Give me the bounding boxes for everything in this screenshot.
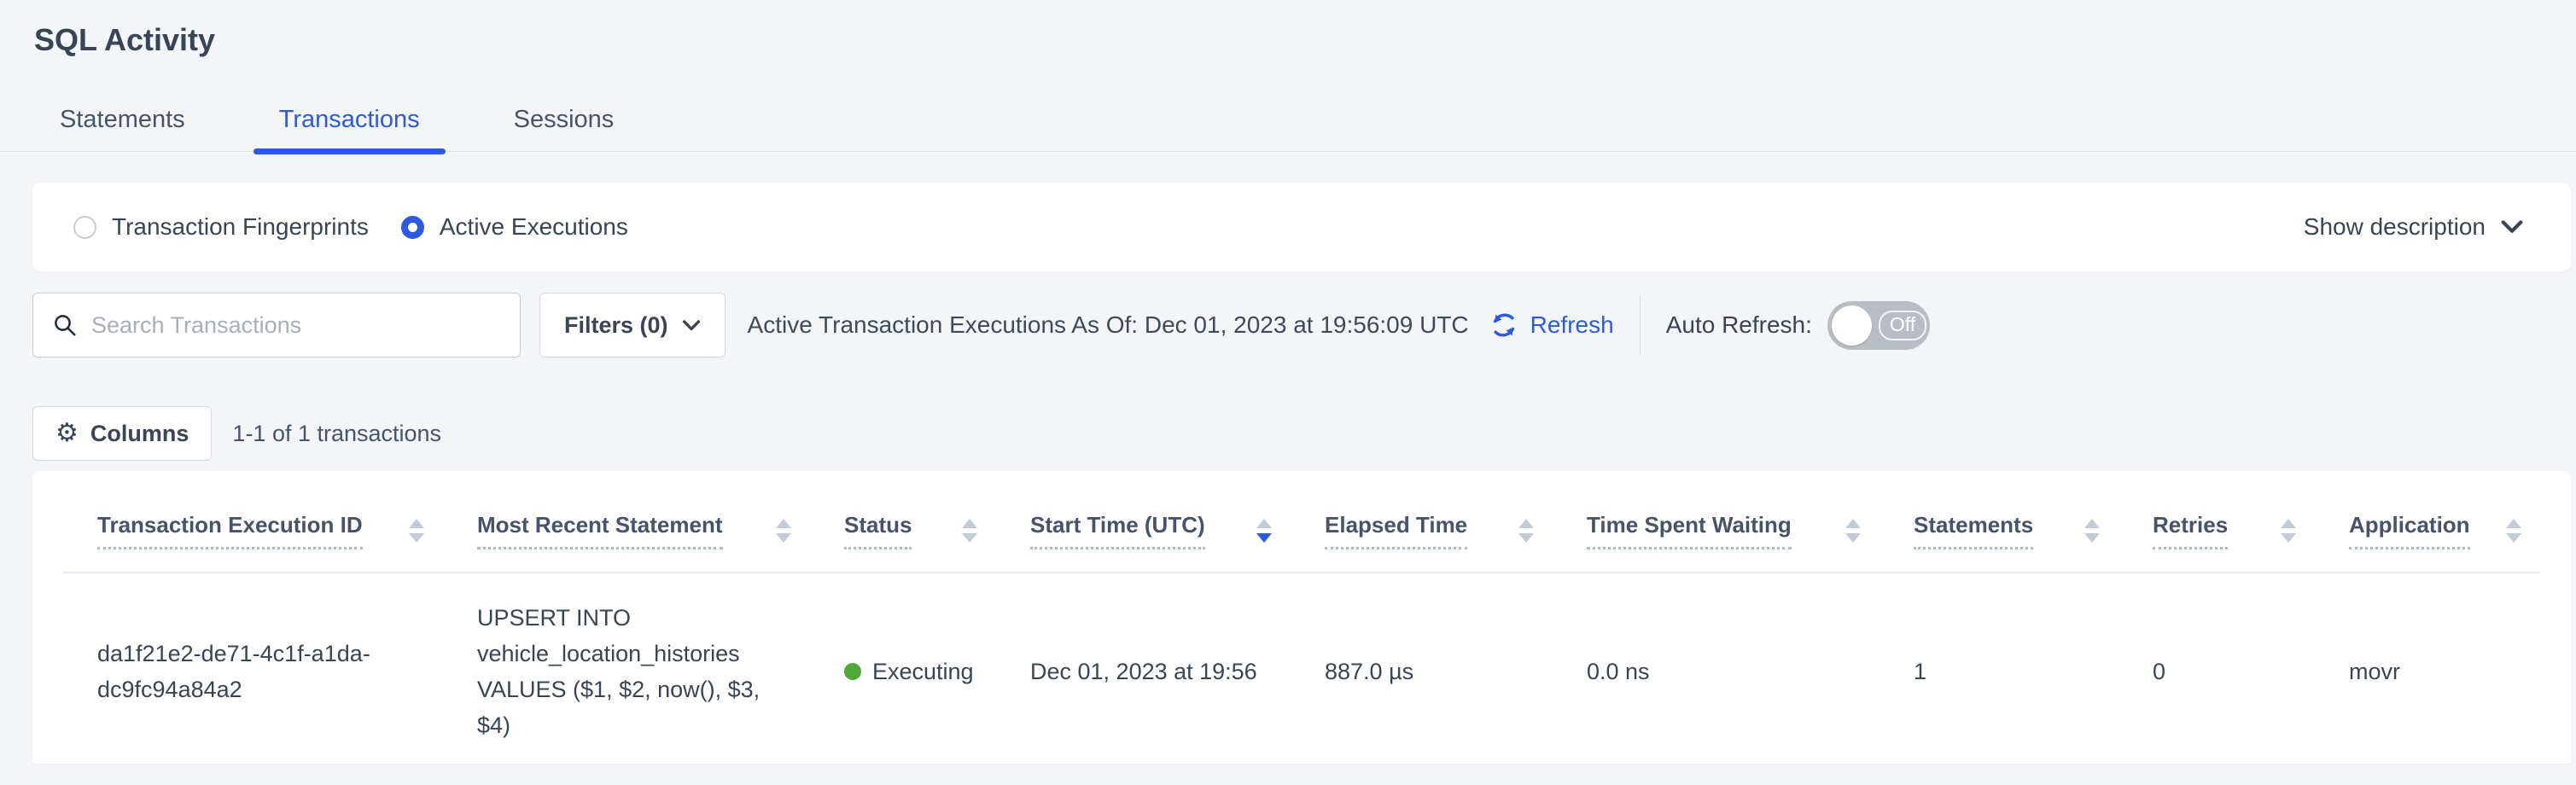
column-header-time-spent-waiting[interactable]: Time Spent Waiting: [1553, 471, 1880, 573]
radio-icon: [401, 216, 424, 239]
radio-icon: [73, 216, 96, 239]
column-header-application[interactable]: Application: [2315, 471, 2540, 573]
auto-refresh-control: Auto Refresh: Off: [1666, 301, 1930, 350]
sql-activity-page: SQL Activity Statements Transactions Ses…: [0, 0, 2576, 764]
result-count: 1-1 of 1 transactions: [232, 421, 441, 447]
column-header-transaction-execution-id[interactable]: Transaction Execution ID: [63, 471, 443, 573]
column-header-status[interactable]: Status: [810, 471, 996, 573]
table-header-row: Transaction Execution ID Most Recent Sta…: [63, 471, 2540, 573]
search-input[interactable]: [91, 312, 501, 339]
sort-icon: [1256, 519, 1272, 543]
column-header-start-time[interactable]: Start Time (UTC): [996, 471, 1291, 573]
sort-icon: [962, 519, 977, 543]
table-row: da1f21e2-de71-4c1f-a1da-dc9fc94a84a2 UPS…: [63, 573, 2540, 764]
cell-transaction-execution-id: da1f21e2-de71-4c1f-a1da-dc9fc94a84a2: [63, 573, 443, 764]
sort-icon: [776, 519, 791, 543]
show-description-label: Show description: [2304, 213, 2486, 241]
tab-transactions[interactable]: Transactions: [254, 106, 446, 151]
cell-most-recent-statement: UPSERT INTO vehicle_location_histories V…: [443, 573, 810, 764]
tab-statements[interactable]: Statements: [34, 106, 211, 151]
view-mode-panel: Transaction Fingerprints Active Executio…: [32, 183, 2571, 271]
radio-active-executions[interactable]: Active Executions: [401, 213, 628, 241]
chevron-down-icon: [682, 320, 701, 331]
radio-transaction-fingerprints[interactable]: Transaction Fingerprints: [73, 213, 369, 241]
sort-icon: [2084, 519, 2100, 543]
columns-button[interactable]: ⚙ Columns: [32, 406, 212, 461]
column-header-statements[interactable]: Statements: [1880, 471, 2118, 573]
filters-button[interactable]: Filters (0): [539, 293, 726, 358]
status-label: Executing: [872, 659, 974, 684]
table-controls-row: Filters (0) Active Transaction Execution…: [32, 292, 2571, 358]
columns-label: Columns: [90, 421, 189, 447]
sort-icon: [2281, 519, 2296, 543]
sort-icon: [2506, 519, 2521, 543]
cell-status: Executing: [810, 573, 996, 764]
filters-label: Filters (0): [564, 312, 668, 339]
refresh-icon: [1488, 309, 1520, 341]
toggle-state-label: Off: [1879, 311, 1926, 340]
refresh-button[interactable]: Refresh: [1488, 309, 1614, 341]
radio-label: Transaction Fingerprints: [112, 213, 369, 241]
show-description-button[interactable]: Show description: [2304, 213, 2523, 241]
column-header-retries[interactable]: Retries: [2118, 471, 2315, 573]
search-icon: [52, 312, 78, 338]
cell-time-spent-waiting: 0.0 ns: [1553, 573, 1880, 764]
toggle-knob-icon: [1832, 305, 1872, 346]
column-header-elapsed-time[interactable]: Elapsed Time: [1291, 471, 1553, 573]
tab-bar: Statements Transactions Sessions: [0, 106, 2576, 152]
as-of-timestamp: Active Transaction Executions As Of: Dec…: [748, 311, 1469, 339]
auto-refresh-toggle[interactable]: Off: [1827, 301, 1930, 350]
tab-sessions[interactable]: Sessions: [488, 106, 640, 151]
transaction-execution-id-link[interactable]: da1f21e2-de71-4c1f-a1da-dc9fc94a84a2: [97, 641, 370, 702]
sort-icon: [1518, 519, 1534, 543]
sort-icon: [409, 519, 424, 543]
cell-elapsed-time: 887.0 µs: [1291, 573, 1553, 764]
column-header-most-recent-statement[interactable]: Most Recent Statement: [443, 471, 810, 573]
cell-start-time: Dec 01, 2023 at 19:56: [996, 573, 1291, 764]
cell-retries: 0: [2118, 573, 2315, 764]
radio-label: Active Executions: [440, 213, 628, 241]
auto-refresh-label: Auto Refresh:: [1666, 311, 1812, 339]
cell-application: movr: [2315, 573, 2540, 764]
view-mode-radio-group: Transaction Fingerprints Active Executio…: [73, 213, 628, 241]
chevron-down-icon: [2501, 220, 2523, 234]
vertical-divider: [1640, 295, 1641, 355]
page-title: SQL Activity: [0, 0, 2576, 58]
sort-icon: [1845, 519, 1861, 543]
gear-icon: ⚙: [55, 421, 79, 446]
cell-statements: 1: [1880, 573, 2118, 764]
search-box: [32, 293, 521, 358]
table-toolbar: ⚙ Columns 1-1 of 1 transactions: [32, 406, 2544, 461]
executing-status-dot-icon: [844, 663, 861, 680]
refresh-label: Refresh: [1530, 311, 1614, 339]
transactions-table-panel: Transaction Execution ID Most Recent Sta…: [32, 471, 2571, 764]
transactions-table: Transaction Execution ID Most Recent Sta…: [63, 471, 2540, 764]
